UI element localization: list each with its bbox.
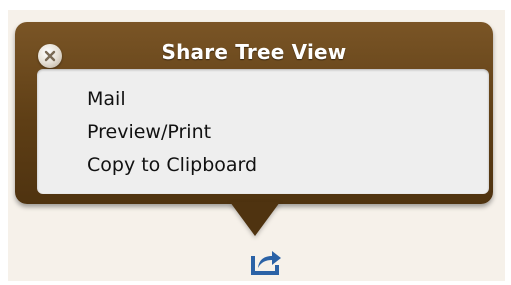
menu-item-preview-print[interactable]: Preview/Print — [87, 121, 211, 143]
popover-title: Share Tree View — [161, 40, 347, 64]
menu-item-mail[interactable]: Mail — [87, 88, 126, 110]
share-button[interactable] — [250, 246, 284, 276]
popover-pointer — [230, 202, 280, 236]
share-menu: Mail Preview/Print Copy to Clipboard — [37, 69, 489, 194]
share-arrow-icon — [251, 251, 281, 275]
menu-item-copy-to-clipboard[interactable]: Copy to Clipboard — [87, 154, 257, 176]
